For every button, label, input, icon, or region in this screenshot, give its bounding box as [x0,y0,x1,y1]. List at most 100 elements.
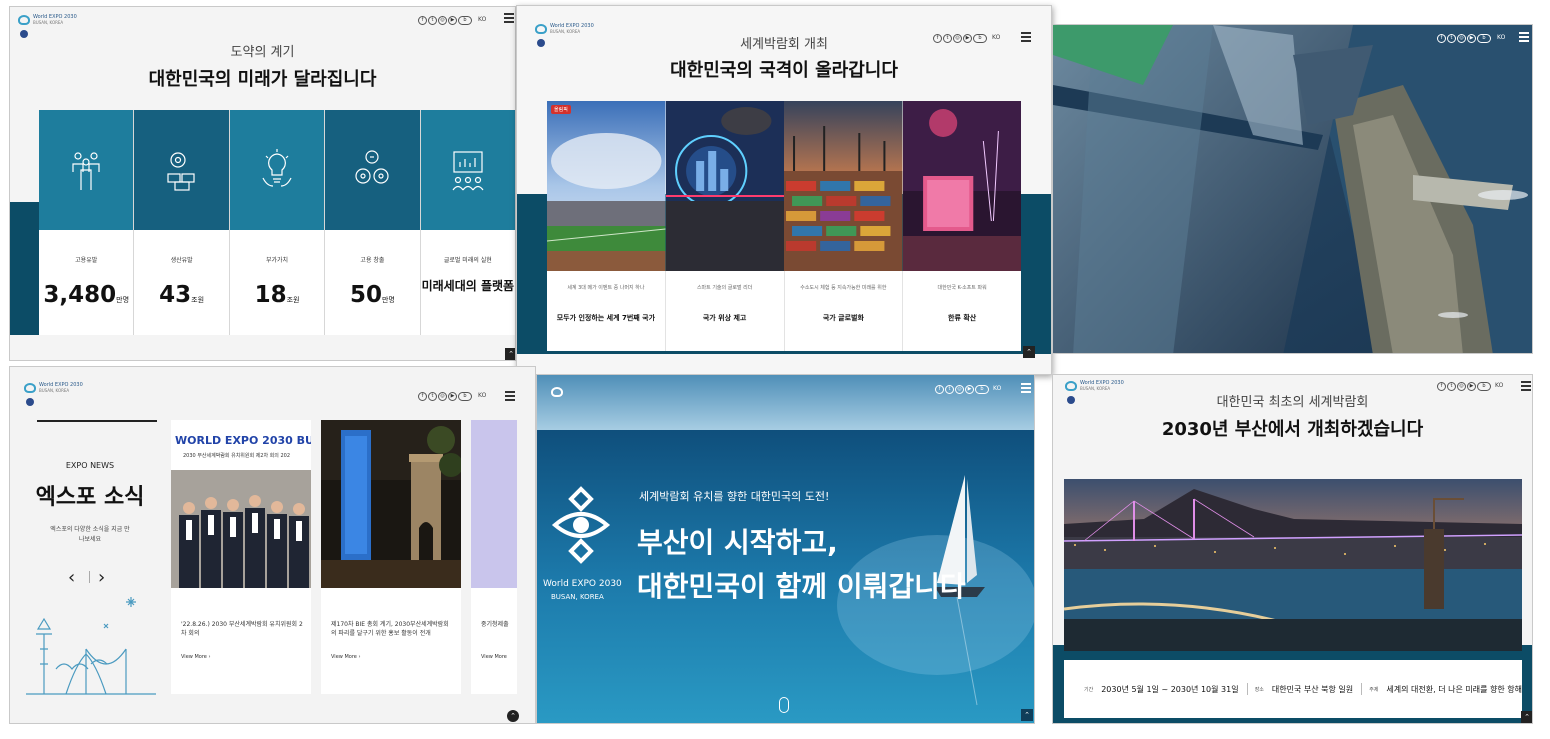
facebook-icon[interactable]: f [935,385,944,394]
brand-location: BUSAN, KOREA [551,593,604,601]
menu-icon[interactable] [1519,32,1529,42]
caption-item: 수소도시 체험 등 지속가능한 미래를 위한 국가 글로벌화 [785,271,904,351]
instagram-icon[interactable]: ◎ [1457,34,1466,43]
blog-icon[interactable]: b [1477,34,1491,43]
facebook-icon[interactable]: f [418,392,427,401]
theme-value: 세계의 대전환, 더 나은 미래를 향한 항해 [1386,684,1522,694]
view-more-link[interactable]: View More [481,654,507,660]
menu-icon[interactable] [505,391,515,401]
divider [89,571,90,583]
language-select[interactable]: KO [1495,382,1503,389]
expo-logo[interactable]: World EXPO 2030 BUSAN, KOREA [18,13,77,43]
youtube-icon[interactable]: ▶ [448,16,457,25]
theme-label: 주제 [1369,686,1379,693]
instagram-icon[interactable]: ◎ [438,392,447,401]
news-label-en: EXPO NEWS [65,461,115,470]
news-card-image [471,420,517,588]
blog-icon[interactable]: b [975,385,989,394]
next-button[interactable]: › [98,567,105,588]
view-more-link[interactable]: View More › [181,654,210,660]
scroll-top-button[interactable]: ⌃ [505,348,515,360]
section-title: 대한민국의 국격이 올라갑니다 [670,60,898,81]
scroll-top-button[interactable]: ⌃ [1023,346,1035,358]
section-title: 2030년 부산에서 개최하겠습니다 [1161,419,1424,440]
news-banner-subtitle: 2030 부산세계박람회 유치위원회 제2차 회의 202 [183,453,290,459]
concert-photo[interactable] [902,101,1021,271]
twitter-icon[interactable]: t [945,385,954,394]
facebook-icon[interactable]: f [1437,382,1446,391]
expo-logo[interactable] [551,385,603,415]
prev-button[interactable]: ‹ [68,567,75,588]
gears-icon [355,150,390,184]
twitter-icon[interactable]: t [1447,382,1456,391]
people-icon [72,152,100,190]
panel-expo-news: World EXPO 2030 BUSAN, KOREA f t ◎ ▶ b K… [9,366,536,724]
twitter-icon[interactable]: t [428,16,437,25]
news-title: 엑스포 소식 [35,485,145,510]
news-card-text: '22.8.26.) 2030 부산세계박람회 유치위원회 2차 회의 [181,621,303,637]
blog-icon[interactable]: b [458,16,472,25]
twitter-icon[interactable]: t [428,392,437,401]
blog-icon[interactable]: b [458,392,472,401]
news-card-text: 제170차 BIE 총회 계기, 2030부산세계박람회의 파리를 달구기 위한… [331,621,449,637]
language-select[interactable]: KO [478,392,486,399]
social-links: f t ◎ ▶ b [1437,382,1491,391]
youtube-icon[interactable]: ▶ [448,392,457,401]
period-value: 2030년 5월 1일 ~ 2030년 10월 31일 [1101,684,1239,694]
divider [37,420,157,422]
instagram-icon[interactable]: ◎ [1457,382,1466,391]
aerial-city-photo [1053,25,1532,353]
social-links: f t ◎ ▶ b [1437,34,1491,43]
busan-harbor-photo [1064,479,1522,651]
news-card[interactable]: 중기청제출 View More [471,420,517,694]
instagram-icon[interactable]: ◎ [955,385,964,394]
caption-item: 세계 3대 메가 이벤트 중 나머지 하나 모두가 인정하는 세계 7번째 국가 [547,271,666,351]
news-card[interactable]: 제170차 BIE 총회 계기, 2030부산세계박람회의 파리를 달구기 위한… [321,420,461,694]
instagram-icon[interactable]: ◎ [438,16,447,25]
youtube-icon[interactable]: ▶ [1467,34,1476,43]
menu-icon[interactable] [1521,381,1531,391]
scroll-down-icon[interactable] [779,697,789,713]
news-description: 엑스포의 다양한 소식을 지금 만나보세요 [50,526,130,543]
language-select[interactable]: KO [1497,34,1505,41]
photo-row: 올림픽 [547,101,1021,271]
menu-icon[interactable] [504,13,514,23]
menu-icon[interactable] [1021,383,1031,393]
gear-boxes-icon [167,152,195,191]
stadium-photo[interactable]: 올림픽 [547,101,666,271]
language-select[interactable]: KO [478,16,486,23]
scroll-top-button[interactable]: ⌃ [1521,711,1532,723]
language-select[interactable]: KO [993,385,1001,392]
section-subtitle: 도약의 계기 [230,45,295,60]
social-links: f t ◎ ▶ b [935,385,989,394]
panel-hero-sea: f t ◎ ▶ b KO World EXPO 2030 BUSAN, KORE… [536,374,1035,724]
expo-info-bar: 기간 2030년 5월 1일 ~ 2030년 10월 31일 장소 대한민국 부… [1064,660,1522,718]
period-label: 기간 [1084,686,1094,693]
hero-headline-2: 대한민국이 함께 이뤄갑니다 [637,570,966,603]
stat-grid: 고용유발 3,480만명 생산유발 43조원 부가가치 18조원 고용 창출 5… [39,110,515,335]
facebook-icon[interactable]: f [418,16,427,25]
world-expo-emblem-icon [551,486,611,564]
caption-item: 스마트 기술의 글로벌 리더 국가 위상 제고 [666,271,785,351]
view-more-link[interactable]: View More › [331,654,360,660]
twitter-icon[interactable]: t [1447,34,1456,43]
scroll-top-button[interactable]: ⌃ [1021,709,1033,721]
panel-national-status: World EXPO 2030 BUSAN, KOREA f t ◎ ▶ b K… [516,5,1052,375]
expo-logo-icon [18,15,30,25]
blog-icon[interactable]: b [1477,382,1491,391]
caption-row: 세계 3대 메가 이벤트 중 나머지 하나 모두가 인정하는 세계 7번째 국가 … [547,271,1021,351]
youtube-icon[interactable]: ▶ [1467,382,1476,391]
tech-photo[interactable] [665,101,784,271]
scroll-top-button[interactable]: ⌃ [507,710,519,722]
stat-item: 생산유발 43조원 [134,110,230,335]
social-links: f t ◎ ▶ b [418,16,472,25]
brand-name: World EXPO 2030 [543,579,622,589]
news-card[interactable]: WORLD EXPO 2030 BUSAN 2030 부산세계박람회 유치위원회… [171,420,311,694]
port-containers-photo[interactable] [784,101,903,271]
panel-aerial-view: f t ◎ ▶ b KO [1052,24,1533,354]
place-value: 대한민국 부산 북항 일원 [1271,684,1354,694]
facebook-icon[interactable]: f [1437,34,1446,43]
youtube-icon[interactable]: ▶ [965,385,974,394]
place-label: 장소 [1254,686,1264,693]
new-tag: 올림픽 [551,105,571,114]
